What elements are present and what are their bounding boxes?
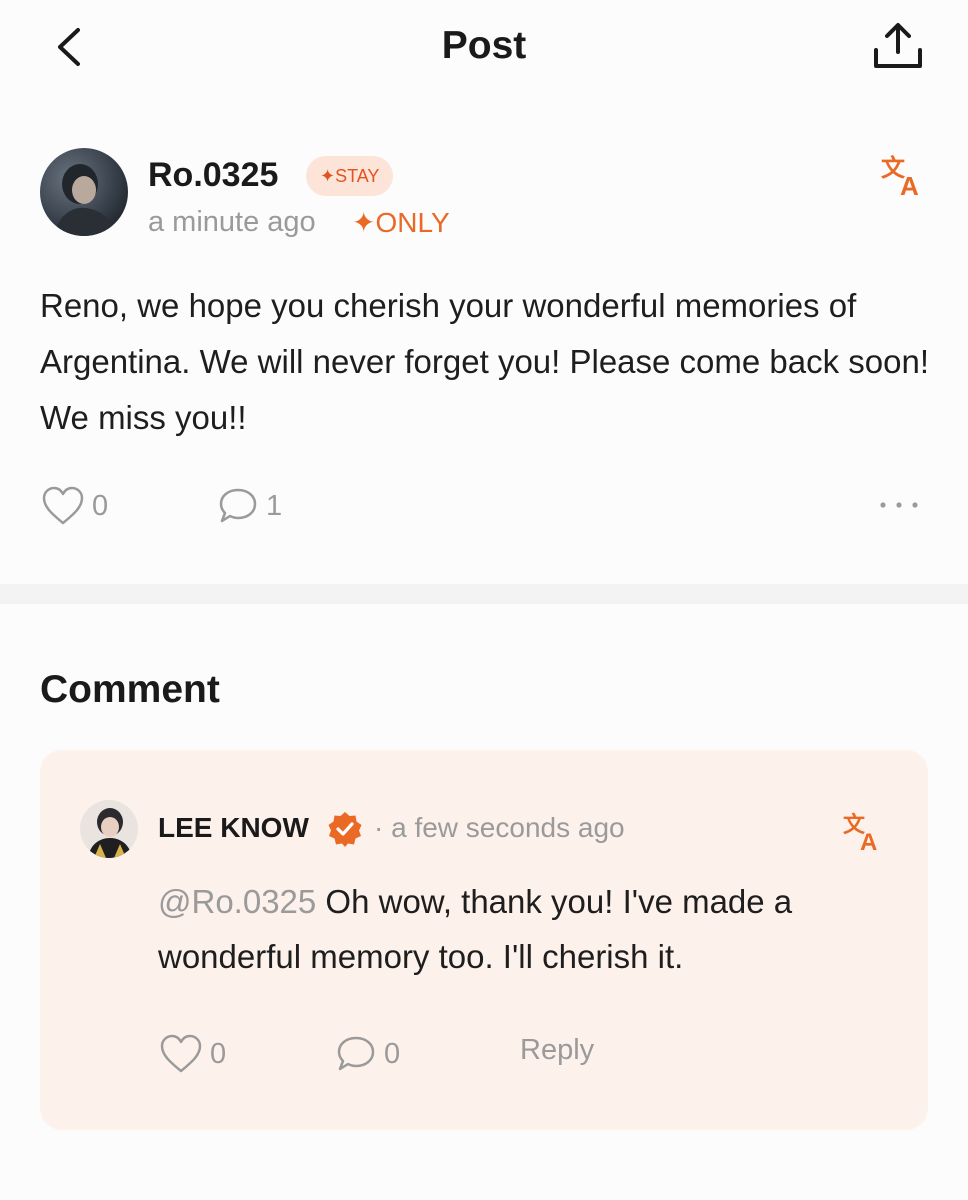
comment-reply-count-button[interactable]: 0 [334,1030,400,1078]
like-count: 0 [92,489,109,522]
comment-like-count: 0 [210,1037,227,1070]
comment-timestamp: · a few seconds ago [374,812,625,843]
svg-text:A: A [860,829,877,852]
comment-actions: 0 0 Reply [158,1030,898,1078]
reply-button[interactable]: Reply [520,1034,594,1067]
heart-icon [160,1034,202,1073]
post-author-name[interactable]: Ro.0325 [148,156,278,195]
translate-button[interactable]: 文 A [880,150,928,201]
comment-reply-count: 0 [384,1037,401,1070]
comment-count: 1 [266,489,283,522]
membership-badge: ✦STAY [306,156,394,196]
comment-card: LEE KNOW · a few seconds ago 文 A @Ro.032… [40,750,928,1130]
comment-text: @Ro.0325 Oh wow, thank you! I've made a … [158,874,898,984]
share-icon [874,23,922,68]
verified-badge [326,810,364,848]
verified-badge-icon [328,812,362,847]
avatar-image [80,800,138,858]
comment-translate-button[interactable]: 文 A [842,808,886,856]
more-icon [880,502,918,508]
mention-link[interactable]: @Ro.0325 [158,883,316,920]
svg-text:A: A [900,171,919,198]
comments-heading: Comment [40,668,220,711]
top-bar: Post [0,0,968,96]
visibility-label: ✦ONLY [352,207,450,238]
translate-icon: 文 A [881,154,919,201]
post-timestamp: a minute ago [148,206,316,238]
comment-like-button[interactable]: 0 [158,1030,226,1078]
more-options-button[interactable] [878,490,920,520]
comment-bubble-icon [337,1036,375,1071]
avatar-image [40,148,128,236]
translate-icon: 文 A [843,812,877,856]
share-button[interactable] [868,20,928,74]
page-title: Post [441,24,527,67]
comment-button[interactable]: 1 [216,482,282,530]
commenter-name[interactable]: LEE KNOW [158,812,309,844]
post-detail-screen: Post Ro.0325 ✦STAY a minute ago ✦ONLY 文 … [0,0,968,1200]
heart-icon [42,486,84,525]
like-button[interactable]: 0 [40,482,108,530]
section-divider [0,584,968,604]
commenter-avatar[interactable] [80,800,138,858]
post-text: Reno, we hope you cherish your wonderful… [40,287,930,436]
post-actions: 0 1 [40,482,928,530]
post-author-avatar[interactable] [40,148,128,236]
comment-bubble-icon [219,488,257,523]
